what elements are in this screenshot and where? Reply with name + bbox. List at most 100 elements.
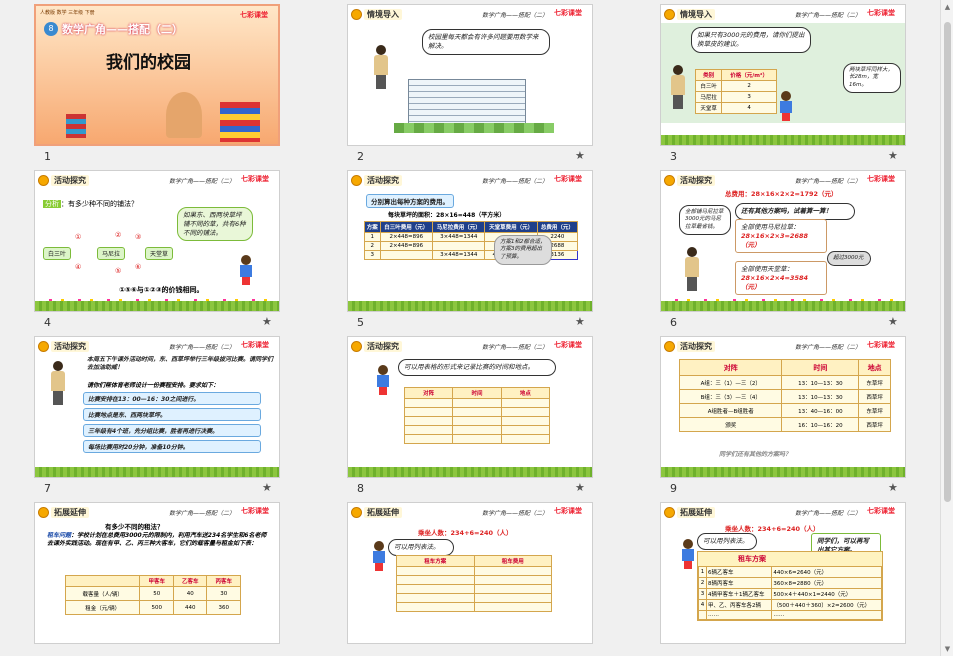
slide-10-canvas[interactable]: 拓展延伸 数学广角——搭配（二） 七彩课堂 有多少不同的租法？ 租车问题：学校计… — [34, 502, 280, 644]
scroll-up-icon[interactable]: ▲ — [943, 3, 952, 11]
speech-bubble: 可以用表格的形式来记录比赛的时间和地点。 — [398, 359, 556, 376]
speech-bubble: 校园里每天都会有许多问题要用数学来解决。 — [422, 29, 550, 55]
slide-1-books-illustration — [220, 102, 260, 142]
slide-star-icon[interactable]: ★ — [888, 149, 898, 162]
header-icon — [351, 506, 362, 518]
rule-2: 比赛地点是东、西两块草坪。 — [83, 408, 261, 421]
scroll-down-icon[interactable]: ▼ — [943, 645, 952, 653]
slide-9-canvas[interactable]: 活动探究 数学广角——搭配（二） 七彩课堂 对阵 时间 地点 A组：三（1）—三（2… — [660, 336, 906, 478]
slide-6-canvas[interactable]: 活动探究 数学广角——搭配（二） 七彩课堂 总费用：28×16×2×2=1792… — [660, 170, 906, 312]
student-figure — [376, 365, 390, 395]
slide-1-children-illustration — [166, 92, 202, 138]
slide-3-canvas[interactable]: 情境导入 数学广角——搭配（二） 七彩课堂 如果只有3000元的费用，请你们提出… — [660, 4, 906, 146]
slide-star-icon[interactable]: ★ — [575, 149, 585, 162]
slide-4-canvas[interactable]: 活动探究 数学广角——搭配（二） 七彩课堂 分析 ：有多少种不同的铺法？ 如果东、… — [34, 170, 280, 312]
slide-1-brand: 七彩课堂 — [240, 11, 268, 19]
manila-box: 全部使用马尼拉草： 28×16×2×3=2688（元） — [735, 219, 827, 254]
header-icon — [351, 8, 362, 20]
warning-tag: 超过3000元 — [827, 251, 871, 267]
slide-star-icon[interactable]: ★ — [888, 481, 898, 494]
slide-1-subtitle: 我们的校园 — [106, 53, 191, 73]
slide-sorter-grid: 人教版 数学 三年级 下册 8 数学广角——搭配（二） 我们的校园 七彩课堂 1… — [0, 0, 940, 656]
slide-thumbnail-4[interactable]: 活动探究 数学广角——搭配（二） 七彩课堂 分析 ：有多少种不同的铺法？ 如果东、… — [0, 166, 313, 332]
slide-subtitle: 数学广角——搭配（二） — [481, 178, 548, 185]
slide-7-canvas[interactable]: 活动探究 数学广角——搭配（二） 七彩课堂 本周五下午课外活动时间，东、西草坪举… — [34, 336, 280, 478]
teacher-figure — [669, 65, 687, 109]
speech-bubble: 全部铺马尼拉草3000元的马尼拉草最省钱。 — [679, 205, 731, 236]
area-formula: 每块草坪的面积：28×16=448（平方米） — [388, 212, 506, 219]
slide-header: 活动探究 — [664, 339, 715, 353]
slide-1-canvas[interactable]: 人教版 数学 三年级 下册 8 数学广角——搭配（二） 我们的校园 七彩课堂 — [34, 4, 280, 146]
slide-subtitle: 数学广角——搭配（二） — [481, 510, 548, 517]
slide-number: 3 — [670, 150, 677, 163]
slide-thumbnail-7[interactable]: 活动探究 数学广角——搭配（二） 七彩课堂 本周五下午课外活动时间，东、西草坪举… — [0, 332, 313, 498]
grass-price-table: 类别 价格（元/m²） 白三叶 2 马尼拉 3 天堂草 4 — [694, 69, 777, 114]
passenger-total: 乘坐人数：234+6=240（人） — [725, 525, 820, 533]
scrollbar-thumb[interactable] — [944, 22, 951, 502]
slide-thumbnail-1[interactable]: 人教版 数学 三年级 下册 8 数学广角——搭配（二） 我们的校园 七彩课堂 1 — [0, 0, 313, 166]
brand-logo: 七彩课堂 — [554, 9, 582, 17]
grass-border — [661, 467, 905, 477]
slide-8-canvas[interactable]: 活动探究 数学广角——搭配（二） 七彩课堂 可以用表格的形式来记录比赛的时间和地… — [347, 336, 593, 478]
slide-thumbnail-12[interactable]: 拓展延伸 数学广角——搭配（二） 七彩课堂 乘坐人数：234+6=240（人） … — [626, 498, 939, 656]
circle-3: ③ — [135, 233, 142, 241]
option-manila: 马尼拉 — [97, 247, 126, 260]
slide-star-icon[interactable]: ★ — [575, 481, 585, 494]
slide-header: 活动探究 — [38, 339, 89, 353]
header-icon — [38, 506, 49, 518]
grass-border — [35, 467, 279, 477]
slide-star-icon[interactable]: ★ — [888, 315, 898, 328]
slide-thumbnail-6[interactable]: 活动探究 数学广角——搭配（二） 七彩课堂 总费用：28×16×2×2=1792… — [626, 166, 939, 332]
analysis-question: 分析 ：有多少种不同的铺法？ — [43, 200, 138, 208]
slide-thumbnail-2[interactable]: 情境导入 数学广角——搭配（二） 七彩课堂 校园里每天都会有许多问题要用数学来解… — [313, 0, 626, 166]
slide-header: 拓展延伸 — [351, 505, 402, 519]
slide-thumbnail-3[interactable]: 情境导入 数学广角——搭配（二） 七彩课堂 如果只有3000元的费用，请你们提出… — [626, 0, 939, 166]
slide-thumbnail-11[interactable]: 拓展延伸 数学广角——搭配（二） 七彩课堂 乘坐人数：234+6=240（人） … — [313, 498, 626, 656]
header-icon — [351, 340, 362, 352]
brand-logo: 七彩课堂 — [241, 175, 269, 183]
student-figure — [239, 255, 253, 285]
slide-1-badge: 8 — [44, 22, 58, 36]
task-label: 分别算出每种方案的费用。 — [366, 194, 454, 208]
slide-star-icon[interactable]: ★ — [262, 315, 272, 328]
slide-thumbnail-9[interactable]: 活动探究 数学广角——搭配（二） 七彩课堂 对阵 时间 地点 A组：三（1）—三（2… — [626, 332, 939, 498]
slide-1-books-left — [66, 114, 86, 138]
slide-thumbnail-10[interactable]: 拓展延伸 数学广角——搭配（二） 七彩课堂 有多少不同的租法？ 租车问题：学校计… — [0, 498, 313, 656]
header-icon — [664, 8, 675, 20]
slide-header: 活动探究 — [664, 173, 715, 187]
slide-header: 活动探究 — [351, 173, 402, 187]
schedule-table: 对阵 时间 地点 A组：三（1）—三（2） 13：10—13：30 东草坪 B组：三（3… — [678, 359, 891, 432]
slide-header: 情境导入 — [351, 7, 402, 21]
vertical-scrollbar[interactable]: ▲ ▼ — [940, 0, 953, 656]
brand-logo: 七彩课堂 — [554, 341, 582, 349]
slide-number: 5 — [357, 316, 364, 329]
slide-thumbnail-8[interactable]: 活动探究 数学广角——搭配（二） 七彩课堂 可以用表格的形式来记录比赛的时间和地… — [313, 332, 626, 498]
slide-subtitle: 数学广角——搭配（二） — [481, 344, 548, 351]
grass-border — [348, 467, 592, 477]
circle-6: ⑥ — [135, 263, 142, 271]
slide-2-canvas[interactable]: 情境导入 数学广角——搭配（二） 七彩课堂 校园里每天都会有许多问题要用数学来解… — [347, 4, 593, 146]
slide-number: 9 — [670, 482, 677, 495]
brand-logo: 七彩课堂 — [867, 341, 895, 349]
slide-number: 4 — [44, 316, 51, 329]
rental-plan-blank-table: 租车方案 租车费用 — [396, 555, 552, 612]
brand-logo: 七彩课堂 — [241, 507, 269, 515]
slide-thumbnail-5[interactable]: 活动探究 数学广角——搭配（二） 七彩课堂 分别算出每种方案的费用。 每块草坪的… — [313, 166, 626, 332]
slide-star-icon[interactable]: ★ — [262, 481, 272, 494]
slide-subtitle: 数学广角——搭配（二） — [794, 178, 861, 185]
header-icon — [38, 174, 49, 186]
circle-4: ④ — [75, 263, 82, 271]
slide-5-canvas[interactable]: 活动探究 数学广角——搭配（二） 七彩课堂 分别算出每种方案的费用。 每块草坪的… — [347, 170, 593, 312]
slide-12-canvas[interactable]: 拓展延伸 数学广角——搭配（二） 七彩课堂 乘坐人数：234+6=240（人） … — [660, 502, 906, 644]
student-figure — [779, 91, 793, 121]
problem-text: 租车问题：学校计划在总费用3000元的限制内，利用汽车送234名学生和6名老师去… — [47, 532, 267, 548]
rule-4: 每场比赛用时20分钟，准备10分钟。 — [83, 440, 261, 453]
slide-header: 拓展延伸 — [38, 505, 89, 519]
slide-11-canvas[interactable]: 拓展延伸 数学广角——搭配（二） 七彩课堂 乘坐人数：234+6=240（人） … — [347, 502, 593, 644]
trees-illustration — [394, 123, 554, 133]
brand-logo: 七彩课堂 — [554, 507, 582, 515]
slide-star-icon[interactable]: ★ — [575, 315, 585, 328]
paradise-box: 全部使用天堂草： 28×16×2×4=3584（元） — [735, 261, 827, 296]
option-white-clover: 白三叶 — [43, 247, 72, 260]
student-figure — [372, 541, 386, 571]
